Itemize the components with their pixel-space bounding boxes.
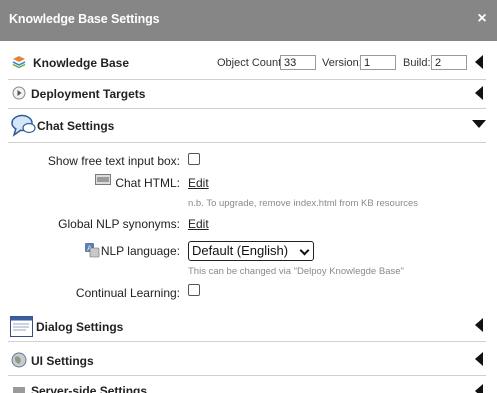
chat-html-label: Chat HTML: [115,176,180,190]
divider [8,341,486,342]
server-side-settings-title: Server-side Settings [31,384,148,393]
free-text-input-checkbox[interactable] [188,153,200,165]
divider [8,375,486,376]
deployment-targets-expand-icon[interactable] [475,86,483,100]
nlp-language-label: NLP language: [100,244,180,258]
chevron-down-icon [299,245,310,256]
kb-icon [12,56,26,68]
version-field[interactable] [360,55,396,70]
globe-icon [11,352,27,368]
nlp-language-note: This can be changed via "Delpoy Knowlegd… [188,266,404,277]
build-label: Build: [403,57,431,69]
knowledge-base-title: Knowledge Base [33,56,130,70]
divider [8,79,486,80]
window-title: Knowledge Base Settings [9,12,160,26]
knowledge-base-expand-icon[interactable] [475,55,483,69]
nlp-synonyms-label: Global NLP synonyms: [58,217,180,231]
continual-learning-checkbox[interactable] [188,284,200,296]
deployment-targets-title: Deployment Targets [31,87,146,101]
play-circle-icon [12,86,26,100]
language-icon: A [85,243,100,258]
ui-settings-title: UI Settings [31,354,94,368]
window-icon [10,316,33,337]
chat-html-note: n.b. To upgrade, remove index.html from … [188,198,419,209]
dialog-settings-title: Dialog Settings [36,320,124,334]
divider [8,108,486,109]
nlp-synonyms-edit-link[interactable]: Edit [188,217,209,231]
divider [8,142,486,143]
chat-settings-title: Chat Settings [37,119,115,133]
object-count-label: Object Count: [217,57,285,69]
server-icon [13,387,25,393]
chat-settings-collapse-icon[interactable] [472,120,486,128]
chat-html-edit-link[interactable]: Edit [188,176,209,190]
title-bar: Knowledge Base Settings × [0,0,497,41]
server-side-settings-expand-icon[interactable] [475,384,483,393]
close-icon[interactable]: × [475,9,489,29]
build-field[interactable] [431,55,467,70]
continual-learning-label: Continual Learning: [75,286,180,300]
ui-settings-expand-icon[interactable] [475,352,483,366]
object-count-field[interactable] [280,55,316,70]
version-label: Version: [322,57,362,69]
nlp-language-selected-value: Default (English) [192,243,289,258]
dialog-settings-expand-icon[interactable] [475,318,483,332]
speech-bubble-icon [11,114,36,137]
nlp-language-select[interactable]: Default (English) [188,241,314,261]
free-text-input-label: Show free text input box: [47,154,180,168]
